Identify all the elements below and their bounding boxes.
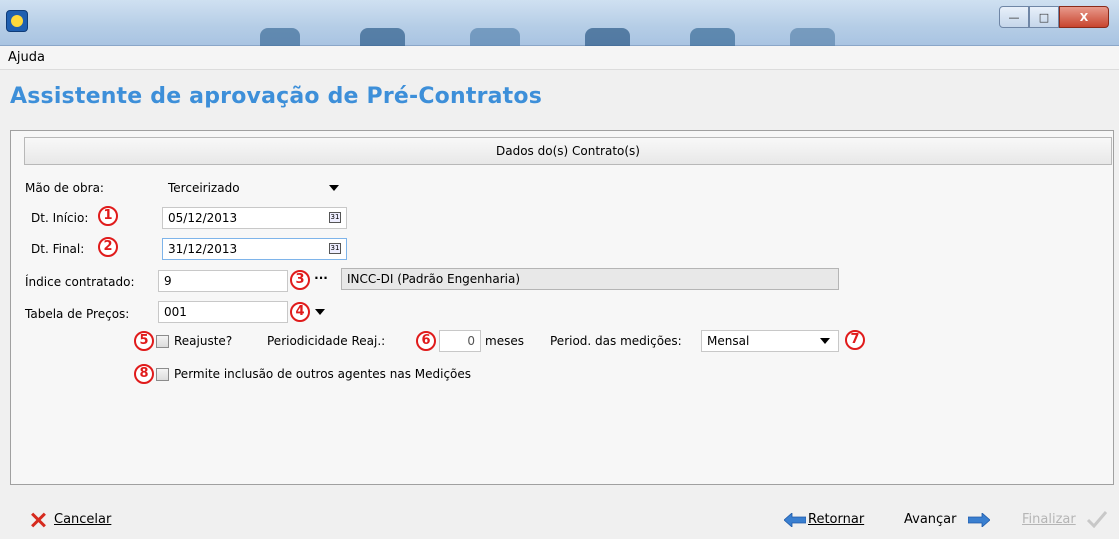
cancel-icon <box>30 512 46 528</box>
periodicidade-unit: meses <box>485 334 524 348</box>
taskbar-thumbnail-icon <box>690 28 735 46</box>
next-label: Avançar <box>904 512 957 527</box>
marker-3: 3 <box>290 270 310 290</box>
back-button[interactable]: Retornar <box>808 512 864 527</box>
finish-label: Finalizar <box>1022 512 1076 527</box>
taskbar-thumbnail-icon <box>260 28 300 46</box>
periodicidade-value: 0 <box>467 334 475 348</box>
checkmark-icon <box>1086 511 1108 528</box>
calendar-icon[interactable]: 31 <box>329 243 341 254</box>
permite-inclusao-checkbox[interactable] <box>156 368 169 381</box>
dt-final-input[interactable]: 31/12/2013 31 <box>162 238 347 260</box>
taskbar-thumbnail-icon <box>585 28 630 46</box>
taskbar-thumbnail-icon <box>360 28 405 46</box>
period-medicoes-label: Period. das medições: <box>550 334 682 348</box>
back-label: Retornar <box>808 512 865 527</box>
reajuste-checkbox[interactable] <box>156 335 169 348</box>
arrow-right-icon <box>968 513 990 527</box>
marker-6: 6 <box>416 331 436 351</box>
dt-inicio-label: Dt. Início: <box>31 211 89 225</box>
minimize-button[interactable]: — <box>999 6 1029 28</box>
lookup-ellipsis-button[interactable]: ··· <box>311 270 331 290</box>
calendar-icon[interactable]: 31 <box>329 212 341 223</box>
permite-inclusao-label: Permite inclusão de outros agentes nas M… <box>174 367 472 381</box>
tabela-dropdown-icon[interactable] <box>315 309 325 315</box>
taskbar-thumbnail-icon <box>790 28 835 46</box>
period-medicoes-value: Mensal <box>707 334 750 348</box>
arrow-left-icon <box>784 513 806 527</box>
marker-7: 7 <box>845 330 865 350</box>
mao-de-obra-label: Mão de obra: <box>25 181 104 195</box>
marker-8: 8 <box>134 364 154 384</box>
tabela-value: 001 <box>164 305 187 319</box>
dt-final-value: 31/12/2013 <box>168 242 238 256</box>
period-medicoes-select[interactable]: Mensal <box>701 330 839 352</box>
cancel-button[interactable]: Cancelar <box>54 512 111 527</box>
marker-1: 1 <box>98 206 118 226</box>
periodicidade-input[interactable]: 0 <box>439 330 481 352</box>
maximize-button[interactable]: □ <box>1029 6 1059 28</box>
next-button[interactable]: Avançar <box>904 512 957 527</box>
tabela-input[interactable]: 001 <box>158 301 288 323</box>
finish-button[interactable]: Finalizar <box>1022 512 1076 527</box>
mao-de-obra-select[interactable]: Terceirizado <box>162 177 347 199</box>
indice-description-text: INCC-DI (Padrão Engenharia) <box>347 272 521 286</box>
tabela-label: Tabela de Preços: <box>25 307 130 321</box>
indice-description: INCC-DI (Padrão Engenharia) <box>341 268 839 290</box>
contract-data-panel: Dados do(s) Contrato(s) Mão de obra: Ter… <box>10 130 1114 485</box>
periodicidade-label: Periodicidade Reaj.: <box>267 334 386 348</box>
footer-bar: Cancelar Retornar Avançar Finalizar <box>0 488 1119 539</box>
dt-inicio-value: 05/12/2013 <box>168 211 238 225</box>
reajuste-label: Reajuste? <box>174 334 233 348</box>
indice-value: 9 <box>164 274 172 288</box>
indice-input[interactable]: 9 <box>158 270 288 292</box>
marker-5: 5 <box>134 331 154 351</box>
section-header: Dados do(s) Contrato(s) <box>24 137 1112 165</box>
menu-bar: Ajuda <box>0 46 1119 70</box>
menu-item-ajuda[interactable]: Ajuda <box>8 50 45 65</box>
indice-label: Índice contratado: <box>25 275 135 289</box>
taskbar-thumbnail-icon <box>470 28 520 46</box>
marker-2: 2 <box>98 237 118 257</box>
mao-de-obra-value: Terceirizado <box>168 181 240 195</box>
cancel-label: Cancelar <box>54 512 112 527</box>
close-button[interactable]: X <box>1059 6 1109 28</box>
chevron-down-icon <box>820 338 830 344</box>
marker-4: 4 <box>290 302 310 322</box>
page-title: Assistente de aprovação de Pré-Contratos <box>10 84 542 109</box>
app-icon <box>6 10 28 32</box>
dt-inicio-input[interactable]: 05/12/2013 31 <box>162 207 347 229</box>
chevron-down-icon <box>329 185 339 191</box>
window-title-bar: — □ X <box>0 0 1119 46</box>
dt-final-label: Dt. Final: <box>31 242 85 256</box>
